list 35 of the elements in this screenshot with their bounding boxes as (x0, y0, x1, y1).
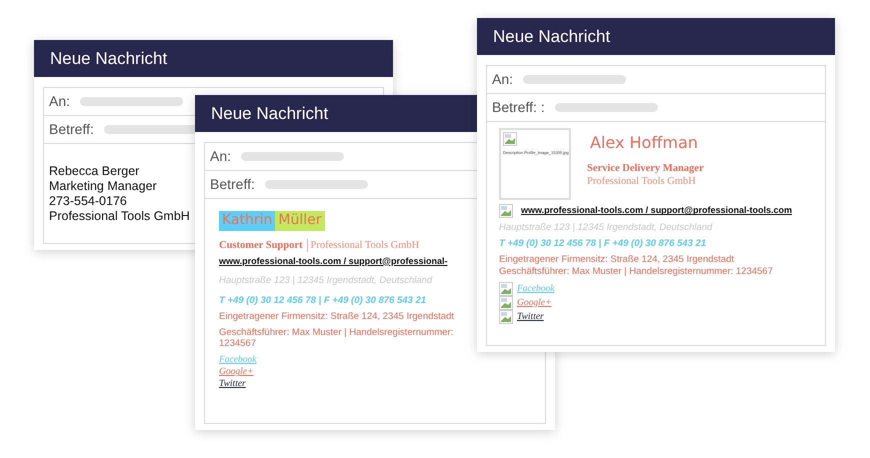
broken-image-icon (503, 132, 517, 146)
signature-line: Professional Tools GmbH (49, 209, 190, 224)
role-text: Customer Support (219, 238, 303, 252)
broken-image-icon (499, 296, 513, 310)
registered-office-text: Eingetragener Firmensitz: Straße 124, 2345 Irgendstadt (219, 310, 454, 322)
field-label: Betreff: (492, 98, 537, 117)
field-label: An: (210, 147, 232, 166)
phone-text: T +49 (0) 30 12 456 78 | F +49 (0) 30 876 543 21 (219, 294, 426, 307)
broken-image-icon (499, 282, 513, 296)
role-text: Service Delivery Manager (587, 162, 704, 176)
manager-text: Geschäftsführer: Max Muster | Handelsregisternummer: 1234567 (219, 326, 454, 350)
social-link[interactable]: Twitter (517, 310, 544, 322)
website-link[interactable]: www.professional-tools.com / support@professional-tools.com (521, 205, 792, 217)
social-link[interactable]: Twitter (219, 378, 246, 390)
manager-text: Geschäftsführer: Max Muster | Handelsregisternummer: 1234567 (499, 266, 773, 278)
registered-office-text: Eingetragener Firmensitz: Straße 124, 2345 Irgendstadt (499, 254, 734, 266)
name-text: Kathrin (219, 211, 276, 230)
signature-line: Rebecca Berger (49, 164, 140, 179)
name-text: Alex Hoffman (589, 132, 699, 154)
phone-text: T +49 (0) 30 12 456 78 | F +49 (0) 30 876 543 21 (499, 238, 706, 250)
broken-image-icon (499, 310, 513, 324)
field-label: Betreff: (210, 175, 255, 194)
field-text: : (540, 98, 545, 117)
company-text: Professional Tools GmbH (306, 238, 420, 252)
field-label: Betreff: (49, 120, 94, 139)
company-text: Professional Tools GmbH (587, 175, 696, 188)
window-title: Neue Nachricht (477, 18, 835, 55)
broken-image-icon (499, 204, 513, 218)
window-title: Neue Nachricht (34, 40, 393, 77)
field-label: An: (49, 92, 70, 111)
website-link[interactable]: www.professional-tools.com / support@professional- (219, 256, 448, 267)
signature-line: Marketing Manager (49, 179, 157, 194)
signature-line: 273-554-0176 (49, 194, 127, 209)
field-label: An: (492, 70, 514, 89)
name-text: Müller (275, 211, 325, 230)
